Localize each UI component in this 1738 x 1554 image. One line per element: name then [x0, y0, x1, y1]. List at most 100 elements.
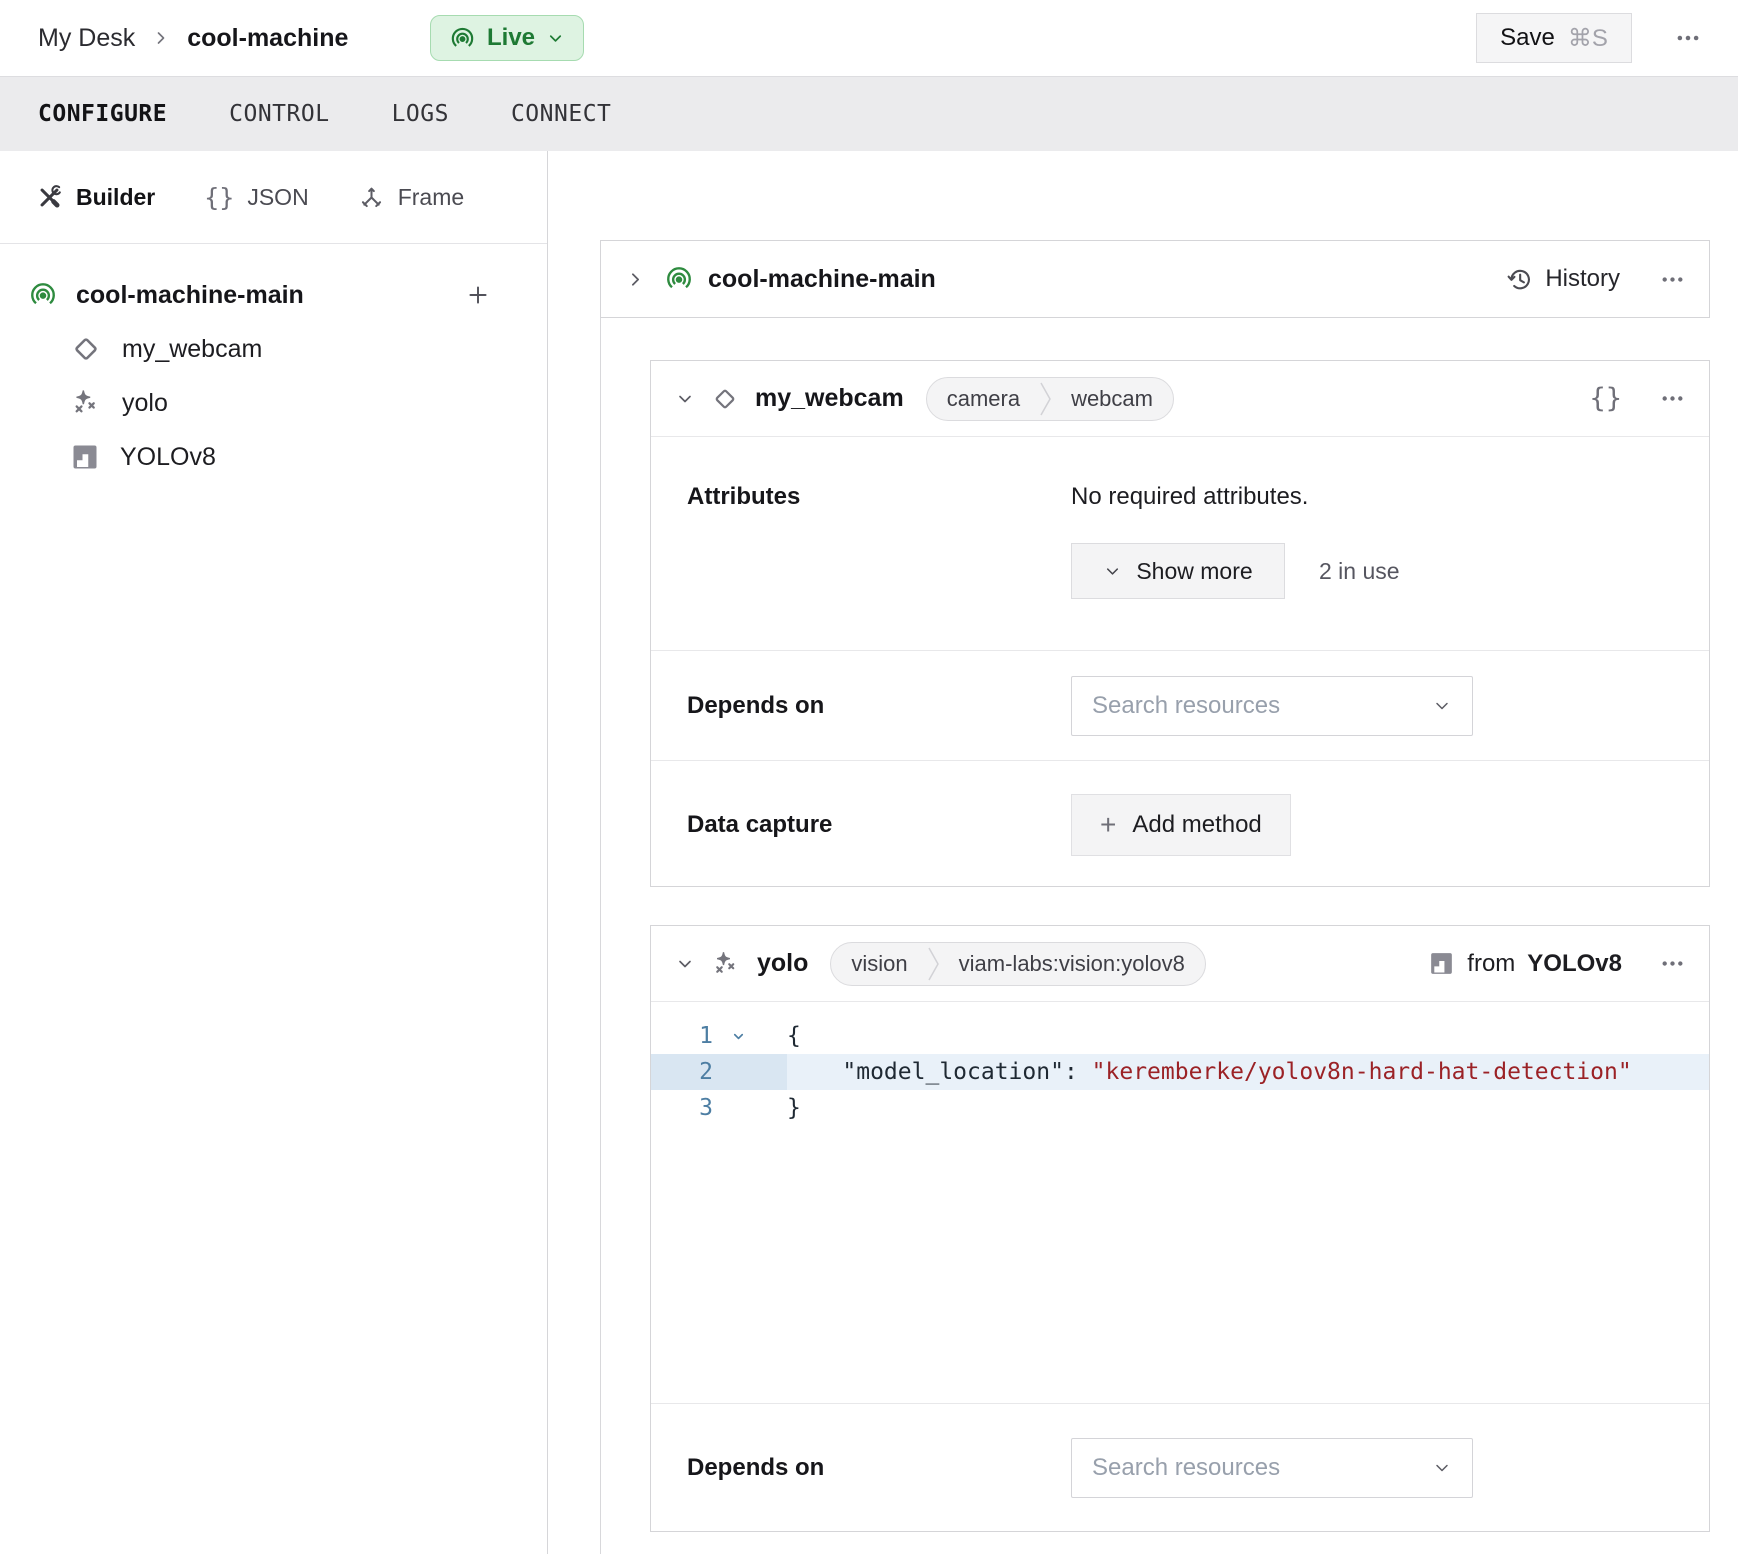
collapse-chevron-down-icon[interactable]: [675, 389, 695, 409]
history-label: History: [1545, 265, 1620, 293]
depends-on-section: Depends on Search resources: [651, 1403, 1709, 1531]
app-header: My Desk cool-machine Live Save ⌘S: [0, 0, 1738, 76]
line-number: 3: [651, 1090, 713, 1126]
edit-json-button[interactable]: {}: [1589, 383, 1622, 414]
depends-on-label: Depends on: [651, 1454, 1071, 1482]
resource-name: yolo: [757, 949, 808, 978]
tab-control[interactable]: CONTROL: [229, 101, 329, 127]
view-frame-label: Frame: [398, 184, 464, 211]
chevron-down-icon: [1432, 1458, 1452, 1478]
part-title: cool-machine-main: [708, 265, 936, 294]
tree-item-yolo[interactable]: yolo: [0, 376, 547, 430]
add-method-button[interactable]: + Add method: [1071, 794, 1291, 856]
tree-item-machine-part[interactable]: cool-machine-main: [0, 268, 547, 322]
braces-icon: {}: [204, 183, 234, 212]
sparkles-service-icon: [711, 949, 741, 979]
resource-type-badge: camera webcam: [926, 377, 1174, 421]
broadcast-icon: [449, 25, 476, 52]
fold-chevron-icon[interactable]: [713, 1018, 763, 1054]
tab-configure[interactable]: CONFIGURE: [38, 101, 167, 127]
breadcrumb-current: cool-machine: [187, 24, 348, 53]
chevron-down-icon: [546, 29, 565, 48]
tree-root-label: cool-machine-main: [76, 281, 447, 310]
from-prefix: from: [1467, 950, 1515, 978]
history-button[interactable]: History: [1505, 265, 1620, 293]
data-capture-section: Data capture + Add method: [651, 760, 1709, 888]
badge-divider: [928, 942, 939, 986]
breadcrumb-parent-link[interactable]: My Desk: [38, 24, 135, 53]
code-text: {: [787, 1018, 1709, 1054]
nesting-connector-line: [600, 318, 601, 1554]
tab-connect[interactable]: CONNECT: [511, 101, 611, 127]
resource-card-header: my_webcam camera webcam {}: [651, 361, 1709, 437]
code-line-1: 1 {: [651, 1018, 1709, 1054]
attributes-section: Attributes No required attributes. Show …: [651, 437, 1709, 650]
resource-card-header: yolo vision viam-labs:vision:yolov8 from…: [651, 926, 1709, 1002]
sparkles-service-icon: [70, 387, 102, 419]
main-tabbar: CONFIGURE CONTROL LOGS CONNECT: [0, 76, 1738, 151]
attributes-json-editor[interactable]: 1 { 2 "model_location": "keremberke/yolo…: [651, 1002, 1709, 1405]
add-method-label: Add method: [1132, 811, 1261, 839]
collapse-chevron-down-icon[interactable]: [675, 954, 695, 974]
depends-on-placeholder: Search resources: [1092, 1454, 1432, 1482]
resource-more-menu-button[interactable]: [1660, 386, 1685, 411]
json-key: "model_location": [842, 1059, 1064, 1085]
view-builder-label: Builder: [76, 184, 155, 211]
tree-item-my-webcam[interactable]: my_webcam: [0, 322, 547, 376]
show-more-label: Show more: [1136, 558, 1252, 585]
machine-part-card: cool-machine-main History: [600, 240, 1710, 318]
config-main-area: cool-machine-main History my_webcam: [548, 151, 1738, 1554]
expand-part-chevron-right-icon[interactable]: [625, 269, 646, 290]
attributes-in-use-count: 2 in use: [1319, 558, 1400, 585]
attributes-empty-text: No required attributes.: [1071, 483, 1400, 511]
view-frame[interactable]: Frame: [358, 184, 464, 211]
badge-type: vision: [831, 951, 927, 977]
code-text: }: [787, 1090, 1709, 1126]
module-icon: [70, 442, 100, 472]
chevron-down-icon: [1432, 696, 1452, 716]
badge-model: webcam: [1051, 386, 1173, 412]
resource-more-menu-button[interactable]: [1660, 951, 1685, 976]
data-capture-label: Data capture: [651, 811, 1071, 839]
tree-item-label: YOLOv8: [120, 443, 216, 472]
resource-name: my_webcam: [755, 384, 904, 413]
depends-on-section: Depends on Search resources: [651, 650, 1709, 760]
depends-on-placeholder: Search resources: [1092, 692, 1432, 720]
view-builder[interactable]: Builder: [36, 184, 155, 211]
tools-icon: [36, 184, 63, 211]
plus-icon: +: [1100, 811, 1116, 839]
depends-on-select[interactable]: Search resources: [1071, 676, 1473, 736]
view-json[interactable]: {} JSON: [204, 183, 308, 212]
header-more-menu-button[interactable]: [1666, 24, 1710, 52]
tree-item-label: yolo: [122, 389, 168, 418]
live-status-dropdown[interactable]: Live: [430, 15, 584, 61]
depends-on-label: Depends on: [651, 692, 1071, 720]
config-sidebar: Builder {} JSON Frame cool-machine-main: [0, 151, 548, 1554]
live-label: Live: [487, 24, 535, 52]
save-shortcut: ⌘S: [1568, 24, 1608, 53]
code-line-3: 3 }: [651, 1090, 1709, 1126]
badge-type: camera: [927, 386, 1040, 412]
tree-item-label: my_webcam: [122, 335, 262, 364]
module-icon: [1428, 950, 1455, 977]
broadcast-icon: [28, 280, 58, 310]
diamond-component-icon: [711, 385, 739, 413]
tab-logs[interactable]: LOGS: [392, 101, 449, 127]
badge-model: viam-labs:vision:yolov8: [939, 951, 1205, 977]
resource-tree: cool-machine-main my_webcam yolo YOLOv8: [0, 244, 547, 484]
frame-axis-icon: [358, 184, 385, 211]
broadcast-icon: [664, 264, 694, 294]
tree-item-yolov8-module[interactable]: YOLOv8: [0, 430, 547, 484]
add-resource-button[interactable]: [465, 282, 491, 308]
from-module-link[interactable]: from YOLOv8: [1428, 950, 1622, 978]
line-number: 2: [651, 1054, 713, 1090]
breadcrumb: My Desk cool-machine: [38, 0, 348, 76]
json-string-value: "keremberke/yolov8n-hard-hat-detection": [1092, 1059, 1632, 1085]
save-button[interactable]: Save ⌘S: [1476, 13, 1632, 63]
part-more-menu-button[interactable]: [1660, 267, 1685, 292]
depends-on-select[interactable]: Search resources: [1071, 1438, 1473, 1498]
resource-type-badge: vision viam-labs:vision:yolov8: [830, 942, 1205, 986]
breadcrumb-separator-icon: [151, 28, 171, 48]
show-more-button[interactable]: Show more: [1071, 543, 1285, 599]
view-json-label: JSON: [247, 184, 308, 211]
